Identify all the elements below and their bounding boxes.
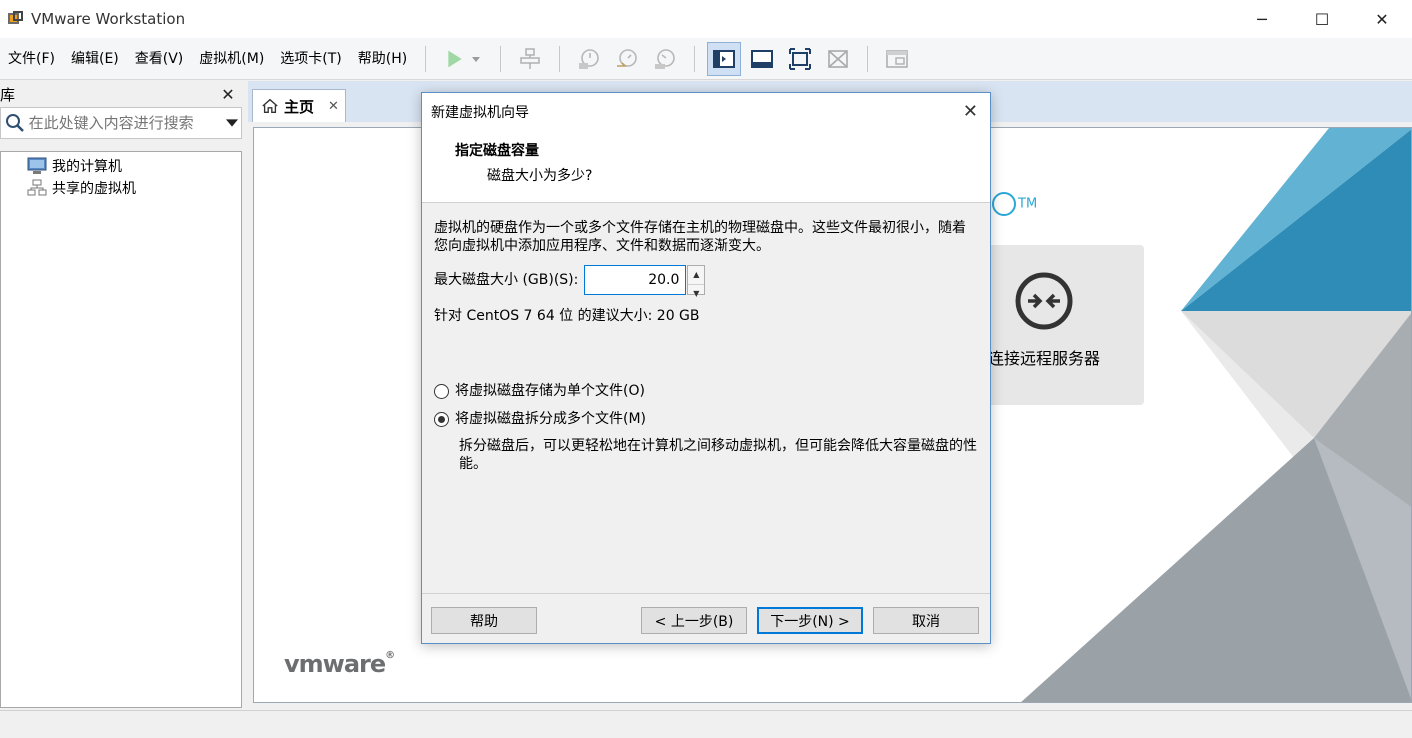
library-panel: 库 ✕ 我的计算机 共享的虚拟机 <box>0 81 244 710</box>
dialog-footer: 帮助 < 上一步(B) 下一步(N) > 取消 <box>422 593 990 643</box>
tree-item-shared-vms[interactable]: 共享的虚拟机 <box>1 177 241 199</box>
play-icon <box>448 50 462 67</box>
help-button[interactable]: 帮助 <box>431 607 537 634</box>
dialog-title-bar: 新建虚拟机向导 ✕ <box>422 93 990 131</box>
dialog-subheading: 磁盘大小为多少? <box>487 168 593 184</box>
radio-single-file[interactable]: 将虚拟磁盘存储为单个文件(O) <box>434 377 978 405</box>
close-window-button[interactable]: ✕ <box>1352 0 1412 38</box>
dialog-header: 指定磁盘容量 磁盘大小为多少? <box>422 131 990 203</box>
library-search-box <box>0 107 242 139</box>
console-view-icon <box>886 49 909 68</box>
trademark-mark: TM <box>992 192 1037 216</box>
radio-split-files-label: 将虚拟磁盘拆分成多个文件(M) <box>455 411 647 427</box>
library-close-button[interactable]: ✕ <box>218 85 238 104</box>
unity-mode-button[interactable] <box>821 42 855 76</box>
window-title: VMware Workstation <box>31 10 186 28</box>
revert-snapshot-button[interactable] <box>610 42 644 76</box>
radio-split-files[interactable]: 将虚拟磁盘拆分成多个文件(M) <box>434 405 978 433</box>
computer-icon <box>27 157 47 174</box>
power-on-button[interactable] <box>438 42 488 76</box>
full-screen-button[interactable] <box>783 42 817 76</box>
menu-view[interactable]: 查看(V) <box>127 38 192 80</box>
tab-home-label: 主页 <box>284 97 315 116</box>
radio-button-icon[interactable] <box>434 383 449 399</box>
radio-button-selected-icon[interactable] <box>434 411 449 427</box>
console-view-button[interactable] <box>880 42 914 76</box>
dialog-title: 新建虚拟机向导 <box>431 105 529 121</box>
split-help-text: 拆分磁盘后，可以更轻松地在计算机之间移动虚拟机，但可能会降低大容量磁盘的性能。 <box>459 438 977 472</box>
vmware-logo: vmware® <box>284 650 395 678</box>
library-panel-icon <box>713 49 736 68</box>
menu-help[interactable]: 帮助(H) <box>350 38 415 80</box>
show-thumbnail-bar-button[interactable] <box>745 42 779 76</box>
max-disk-size-row: 最大磁盘大小 (GB)(S): 20.0 ▲ ▼ <box>434 265 978 298</box>
remote-server-icon <box>1015 272 1073 330</box>
menu-toolbar-bar: 文件(F) 编辑(E) 查看(V) 虚拟机(M) 选项卡(T) 帮助(H) <box>0 38 1412 80</box>
toolbar-separator <box>425 45 427 72</box>
cancel-button[interactable]: 取消 <box>873 607 979 634</box>
tab-home[interactable]: 主页 ✕ <box>252 89 346 122</box>
thumbnail-bar-icon <box>751 49 774 68</box>
show-library-button[interactable] <box>707 41 742 76</box>
tree-item-my-computer[interactable]: 我的计算机 <box>1 155 241 177</box>
revert-snapshot-icon <box>617 48 638 67</box>
minimize-button[interactable]: ─ <box>1232 0 1292 38</box>
network-computer-icon <box>520 47 540 69</box>
radio-single-file-label: 将虚拟磁盘存储为单个文件(O) <box>455 383 645 399</box>
maximize-button[interactable]: ☐ <box>1292 0 1352 38</box>
disk-description: 虚拟机的硬盘作为一个或多个文件存储在主机的物理磁盘中。这些文件最初很小，随着您向… <box>434 220 966 254</box>
back-button[interactable]: < 上一步(B) <box>641 607 747 634</box>
chevron-down-icon <box>472 56 481 62</box>
unity-icon <box>828 49 849 68</box>
snapshot-manager-button[interactable] <box>648 42 682 76</box>
menu-vm[interactable]: 虚拟机(M) <box>191 38 272 80</box>
send-ctrl-alt-del-button[interactable] <box>513 42 547 76</box>
menu-file[interactable]: 文件(F) <box>0 38 63 80</box>
take-snapshot-button[interactable] <box>572 42 606 76</box>
close-tab-icon[interactable]: ✕ <box>328 99 339 114</box>
library-search-input[interactable] <box>28 114 223 132</box>
full-screen-icon <box>789 47 812 70</box>
max-disk-size-label: 最大磁盘大小 (GB)(S): <box>434 272 579 288</box>
library-tree: 我的计算机 共享的虚拟机 <box>0 151 242 708</box>
status-bar <box>0 710 1412 738</box>
dialog-close-button[interactable]: ✕ <box>963 101 978 122</box>
dialog-heading: 指定磁盘容量 <box>455 143 539 159</box>
spin-down-icon[interactable]: ▼ <box>688 285 704 303</box>
snapshot-icon <box>579 48 600 69</box>
next-button[interactable]: 下一步(N) > <box>757 607 863 634</box>
menu-tabs[interactable]: 选项卡(T) <box>272 38 349 80</box>
new-vm-wizard-dialog: 新建虚拟机向导 ✕ 指定磁盘容量 磁盘大小为多少? 虚拟机的硬盘作为一个或多个文… <box>421 92 991 644</box>
spin-up-icon[interactable]: ▲ <box>688 266 705 285</box>
vmware-app-icon <box>8 11 24 27</box>
tree-item-label: 我的计算机 <box>52 159 122 175</box>
library-title: 库 <box>0 85 16 104</box>
connect-remote-server-label: 连接远程服务器 <box>988 349 1101 368</box>
menu-edit[interactable]: 编辑(E) <box>63 38 127 80</box>
home-icon <box>262 98 278 113</box>
dialog-body: 虚拟机的硬盘作为一个或多个文件存储在主机的物理磁盘中。这些文件最初很小，随着您向… <box>422 203 990 473</box>
disk-size-spinner: ▲ ▼ <box>687 265 706 298</box>
title-bar: VMware Workstation ─ ☐ ✕ <box>0 0 1412 38</box>
search-dropdown-icon[interactable] <box>223 117 241 129</box>
recommended-size-text: 针对 CentOS 7 64 位 的建议大小: 20 GB <box>434 308 700 324</box>
max-disk-size-input[interactable]: 20.0 <box>584 265 687 295</box>
snapshot-manager-icon <box>655 48 676 69</box>
tree-item-label: 共享的虚拟机 <box>52 181 136 197</box>
search-icon <box>1 113 29 133</box>
shared-vm-icon <box>27 179 47 196</box>
